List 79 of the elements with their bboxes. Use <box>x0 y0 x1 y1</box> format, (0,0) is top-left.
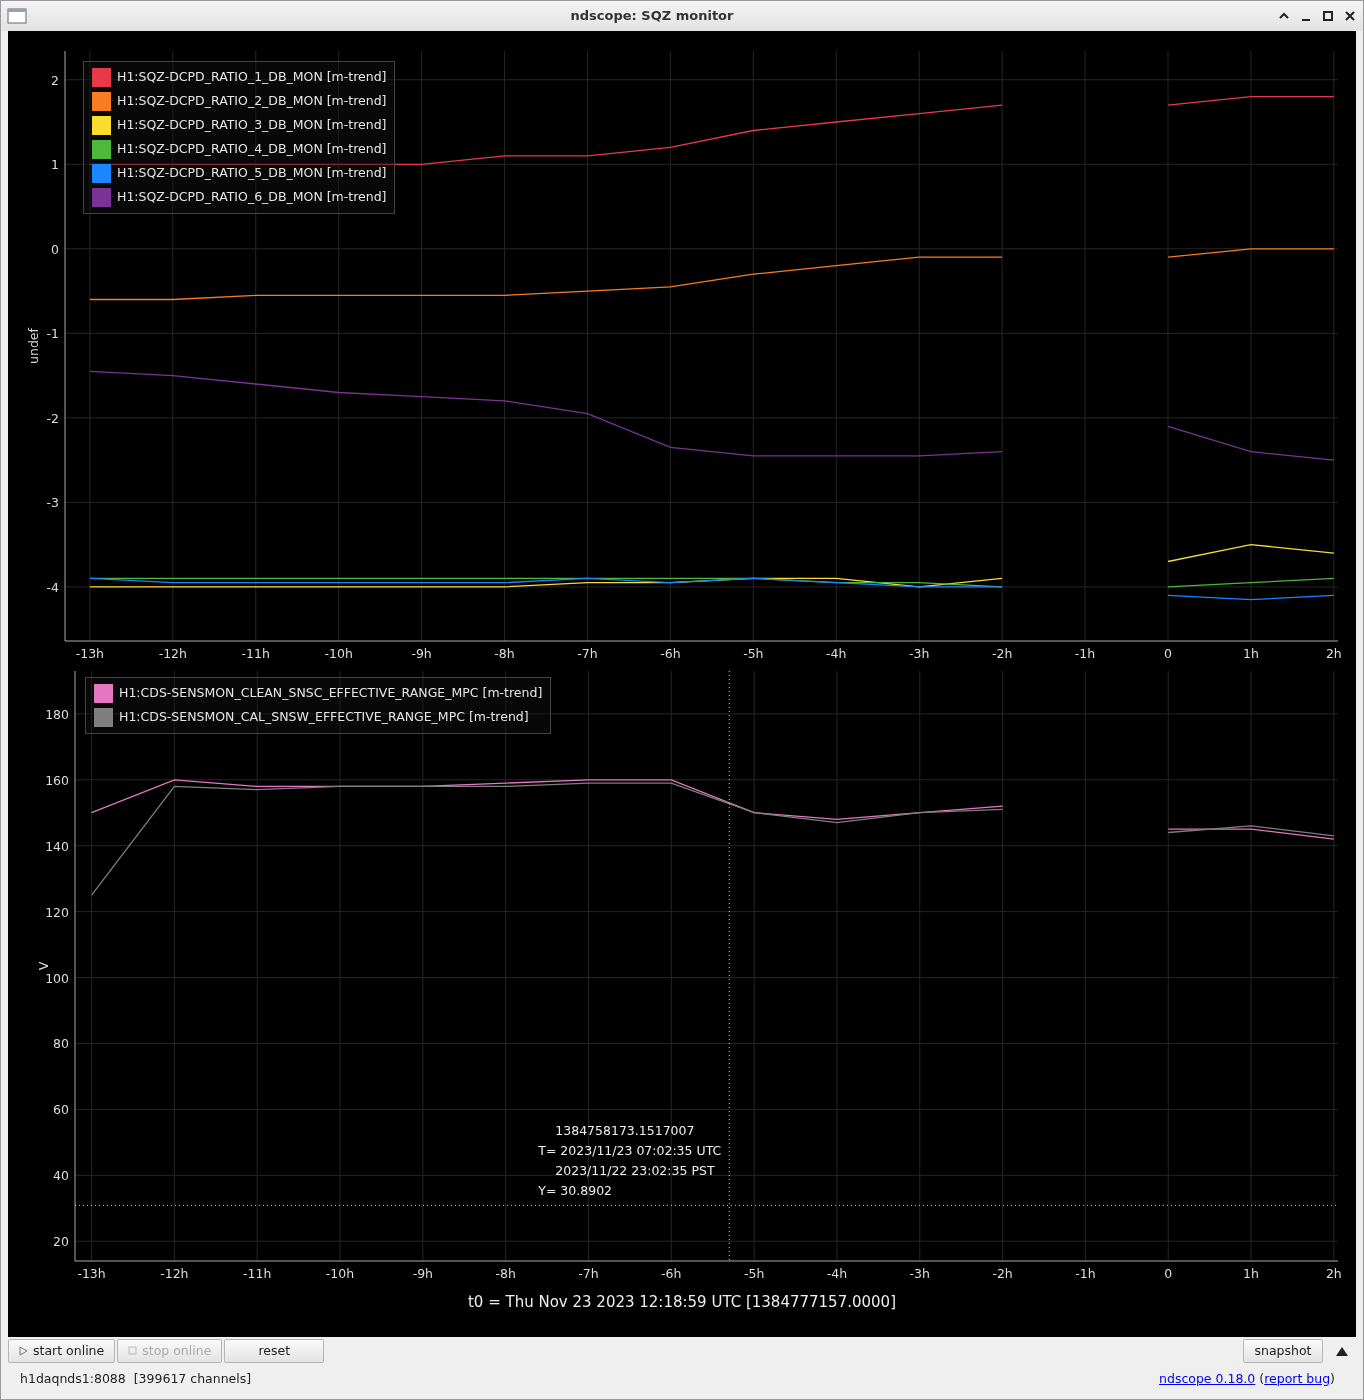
x-tick-label: -7h <box>578 1266 599 1281</box>
x-tick-label: -4h <box>826 646 847 661</box>
y-tick-label: -1 <box>46 326 59 342</box>
x-tick-label: -9h <box>411 646 432 661</box>
x-tick-label: -1h <box>1075 1266 1096 1281</box>
y-tick-label: 120 <box>45 904 69 920</box>
restore-icon[interactable] <box>1321 9 1335 23</box>
x-tick-label: -2h <box>991 646 1013 661</box>
x-tick-label: -5h <box>743 1266 765 1281</box>
y-tick-label: 160 <box>45 772 69 788</box>
x-tick-label: -3h <box>909 646 930 661</box>
y-tick-label: 2 <box>51 72 59 88</box>
x-tick-label: -13h <box>75 646 105 661</box>
y-tick-label: 1 <box>51 157 59 173</box>
snapshot-button[interactable]: snapshot <box>1243 1339 1323 1363</box>
x-tick-label: -13h <box>77 1266 106 1281</box>
legend-label: H1:SQZ-DCPD_RATIO_3_DB_MON [m-trend] <box>117 116 387 135</box>
link[interactable]: ndscope 0.18.0 <box>1159 1370 1256 1386</box>
x-tick-label: -1h <box>1074 646 1096 661</box>
t0-label: t0 = Thu Nov 23 2023 12:18:59 UTC [1384777157.0000] <box>466 1292 897 1313</box>
x-tick-label: 1h <box>1243 646 1259 661</box>
y-tick-label: -2 <box>46 410 59 426</box>
legend-label: H1:SQZ-DCPD_RATIO_2_DB_MON [m-trend] <box>117 92 387 111</box>
x-tick-label: -12h <box>158 646 187 661</box>
y-tick-label: 100 <box>45 970 69 986</box>
y-tick-label: 180 <box>45 706 69 722</box>
legend-label: H1:CDS-SENSMON_CLEAN_SNSC_EFFECTIVE_RANGE_MPC [m-trend] <box>119 684 543 703</box>
axis-label: undef <box>26 328 41 364</box>
x-tick-label: -9h <box>412 1266 434 1281</box>
toolbar-button[interactable]: reset <box>224 1339 325 1363</box>
cursor-readout: 1384758173.1517007 <box>554 1122 696 1141</box>
x-tick-label: -4h <box>826 1266 848 1281</box>
cursor-line[interactable] <box>728 670 730 1262</box>
y-tick-label: -4 <box>46 579 59 595</box>
collapse-icon[interactable] <box>1335 1345 1349 1357</box>
cursor-readout: 2023/11/22 23:02:35 PST <box>554 1162 716 1181</box>
y-tick-label: 60 <box>53 1102 69 1118</box>
legend-label: H1:SQZ-DCPD_RATIO_4_DB_MON [m-trend] <box>117 140 387 159</box>
cursor-readout: Y= 30.8902 <box>538 1182 614 1201</box>
x-tick-label: -12h <box>160 1266 189 1281</box>
x-tick-label: -8h <box>494 646 515 661</box>
window-icon <box>7 8 27 24</box>
axis-label: V <box>36 961 51 971</box>
x-tick-label: -3h <box>909 1266 930 1281</box>
x-tick-label: -2h <box>992 1266 1013 1281</box>
y-tick-label: 0 <box>51 241 59 257</box>
x-tick-label: -8h <box>495 1266 516 1281</box>
stop-icon <box>128 1346 138 1356</box>
legend-label: H1:SQZ-DCPD_RATIO_5_DB_MON [m-trend] <box>117 164 387 183</box>
x-tick-label: 0 <box>1164 1266 1173 1281</box>
toolbar-button[interactable]: start online <box>8 1339 116 1363</box>
y-tick-label: 20 <box>53 1234 69 1250</box>
y-tick-label: 40 <box>53 1168 69 1184</box>
play-icon <box>19 1346 28 1356</box>
x-tick-label: -11h <box>243 1266 272 1281</box>
x-tick-label: -10h <box>325 1266 355 1281</box>
x-tick-label: 2h <box>1325 646 1342 661</box>
x-tick-label: -5h <box>743 646 764 661</box>
legend-label: H1:SQZ-DCPD_RATIO_6_DB_MON [m-trend] <box>117 188 387 207</box>
cursor-readout: T= 2023/11/23 07:02:35 UTC <box>538 1142 722 1161</box>
y-tick-label: -3 <box>46 495 59 511</box>
x-tick-label: 2h <box>1325 1266 1342 1281</box>
x-tick-label: -7h <box>577 646 598 661</box>
server-info: h1daqnds1:8088 [399617 channels] <box>20 1369 252 1388</box>
x-tick-label: 0 <box>1164 646 1172 661</box>
legend-label: H1:SQZ-DCPD_RATIO_1_DB_MON [m-trend] <box>117 68 387 87</box>
window-title: ndscope: SQZ monitor <box>569 7 735 26</box>
x-tick-label: -10h <box>324 646 353 661</box>
y-tick-label: 80 <box>53 1036 69 1052</box>
version-info: ndscope 0.18.0 (report bug) <box>1159 1369 1335 1388</box>
close-icon[interactable] <box>1343 9 1357 23</box>
x-tick-label: -6h <box>660 646 681 661</box>
x-tick-label: -11h <box>241 646 270 661</box>
x-tick-label: 1h <box>1243 1266 1259 1281</box>
legend-label: H1:CDS-SENSMON_CAL_SNSW_EFFECTIVE_RANGE_MPC [m-trend] <box>119 708 529 727</box>
x-tick-label: -6h <box>661 1266 682 1281</box>
cursor-line[interactable] <box>74 1204 1339 1206</box>
y-tick-label: 140 <box>45 838 69 854</box>
link[interactable]: report bug <box>1264 1370 1331 1386</box>
